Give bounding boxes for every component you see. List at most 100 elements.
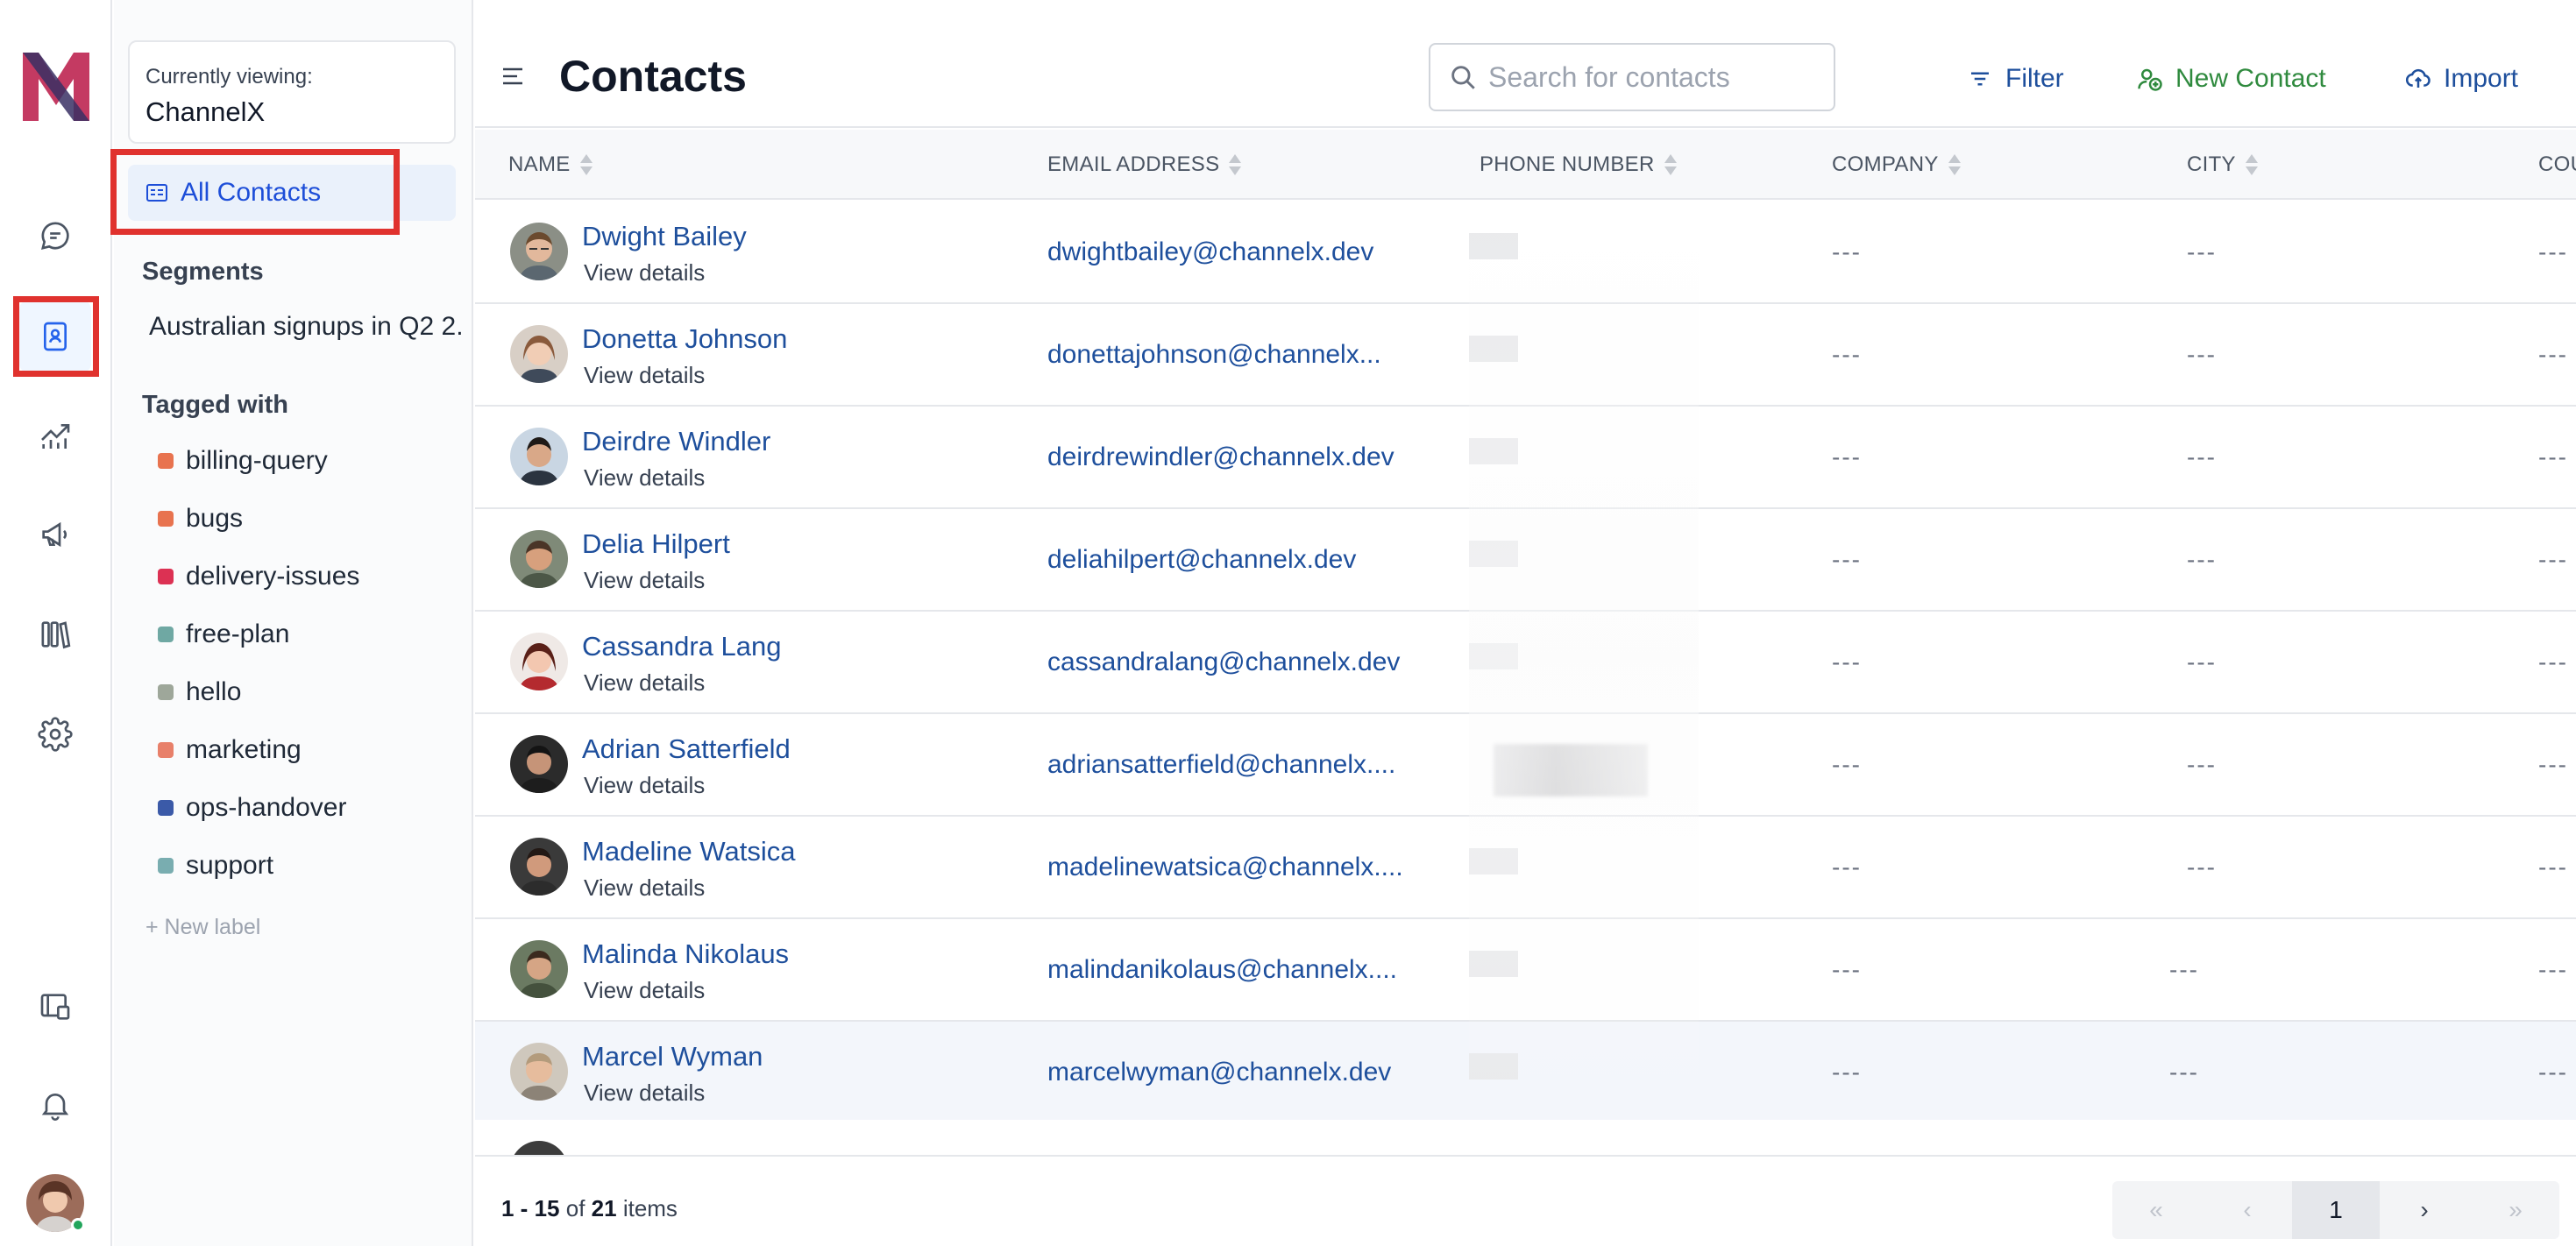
column-header-country[interactable]: COU [2538, 152, 2576, 177]
contact-avatar [510, 1141, 568, 1155]
new-contact-label: New Contact [2175, 64, 2326, 93]
contact-name-link[interactable]: Marcel Wyman [582, 1041, 763, 1073]
column-header-company[interactable]: COMPANY [1832, 152, 1962, 177]
search-input[interactable] [1488, 60, 1821, 94]
tag-item-bugs[interactable]: bugs [158, 501, 243, 536]
column-header-city[interactable]: CITY [2187, 152, 2259, 177]
view-details-link[interactable]: View details [584, 567, 705, 594]
sort-icon [579, 154, 593, 175]
tag-color-dot [158, 684, 174, 700]
table-row[interactable]: Donetta Johnson View details donettajohn… [475, 304, 2576, 407]
previous-page-button[interactable]: ‹ [2203, 1181, 2291, 1239]
first-page-button[interactable]: « [2112, 1181, 2200, 1239]
contact-city: --- [2169, 956, 2199, 983]
table-row-partial [475, 1120, 2576, 1155]
chat-bubble-icon [40, 222, 69, 251]
next-page-button[interactable]: › [2381, 1181, 2468, 1239]
view-details-link[interactable]: View details [584, 977, 705, 1004]
table-row[interactable]: Deirdre Windler View details deirdrewind… [475, 407, 2576, 509]
last-page-button[interactable]: » [2472, 1181, 2559, 1239]
column-header-name[interactable]: NAME [508, 152, 593, 177]
table-footer: 1 - 15 of 21 items « ‹ 1 › » [475, 1155, 2576, 1246]
tag-label: bugs [186, 504, 244, 533]
tag-item-hello[interactable]: hello [158, 675, 241, 710]
contact-country: --- [2538, 341, 2568, 368]
tag-color-dot [158, 569, 174, 584]
tag-item-ops-handover[interactable]: ops-handover [158, 790, 346, 825]
contact-email[interactable]: adriansatterfield@channelx.... [1047, 750, 1395, 780]
contact-name-link[interactable]: Donetta Johnson [582, 323, 787, 355]
contact-country: --- [2538, 956, 2568, 983]
view-details-link[interactable]: View details [584, 874, 705, 902]
contact-email[interactable]: marcelwyman@channelx.dev [1047, 1058, 1391, 1087]
view-details-link[interactable]: View details [584, 259, 705, 287]
segment-item[interactable]: Australian signups in Q2 2. [149, 312, 473, 342]
viewing-label: Currently viewing: [145, 65, 313, 88]
table-row[interactable]: Malinda Nikolaus View details malindanik… [475, 919, 2576, 1022]
contact-country: --- [2538, 546, 2568, 573]
filter-button[interactable]: Filter [1967, 61, 2064, 96]
items-total: 21 [591, 1195, 617, 1221]
column-header-label: PHONE NUMBER [1480, 152, 1655, 176]
column-header-email[interactable]: EMAIL ADDRESS [1047, 152, 1242, 177]
contact-company: --- [1832, 1058, 1862, 1086]
tag-item-support[interactable]: support [158, 848, 273, 883]
table-row[interactable]: Cassandra Lang View details cassandralan… [475, 612, 2576, 714]
contact-name-link[interactable]: Cassandra Lang [582, 631, 782, 662]
menu-toggle-icon[interactable] [501, 67, 526, 86]
table-row[interactable]: Dwight Bailey View details dwightbailey@… [475, 202, 2576, 304]
contact-email[interactable]: malindanikolaus@channelx.... [1047, 955, 1397, 985]
contact-name-link[interactable]: Malinda Nikolaus [582, 938, 789, 970]
account-switcher[interactable]: Currently viewing: ChannelX [128, 40, 456, 144]
contact-name-link[interactable]: Adrian Satterfield [582, 733, 791, 765]
phone-redacted [1494, 744, 1648, 796]
rail-portal-button[interactable] [19, 971, 91, 1043]
view-details-link[interactable]: View details [584, 772, 705, 799]
contact-name-link[interactable]: Deirdre Windler [582, 426, 770, 457]
segments-heading: Segments [142, 258, 264, 286]
contact-email[interactable]: madelinewatsica@channelx.... [1047, 853, 1403, 882]
contact-email[interactable]: cassandralang@channelx.dev [1047, 648, 1400, 677]
column-header-label: CITY [2187, 152, 2236, 176]
rail-library-button[interactable] [19, 598, 91, 670]
table-row[interactable]: Adrian Satterfield View details adriansa… [475, 714, 2576, 817]
rail-settings-button[interactable] [19, 698, 91, 770]
contact-email[interactable]: dwightbailey@channelx.dev [1047, 237, 1373, 267]
chevron-left-icon: ‹ [2243, 1196, 2252, 1223]
search-box[interactable] [1429, 43, 1835, 111]
tag-item-marketing[interactable]: marketing [158, 733, 302, 768]
contact-name-link[interactable]: Madeline Watsica [582, 836, 796, 867]
contacts-main: Contacts Filter New Contact Import NAME … [475, 0, 2576, 1246]
view-details-link[interactable]: View details [584, 464, 705, 492]
rail-conversations-button[interactable] [19, 200, 91, 272]
table-row[interactable]: Marcel Wyman View details marcelwyman@ch… [475, 1022, 2576, 1124]
rail-notifications-button[interactable] [19, 1069, 91, 1141]
contact-email[interactable]: deirdrewindler@channelx.dev [1047, 442, 1394, 472]
column-header-phone[interactable]: PHONE NUMBER [1480, 152, 1678, 177]
portal-icon [40, 994, 70, 1020]
tag-color-dot [158, 742, 174, 758]
view-details-link[interactable]: View details [584, 669, 705, 697]
contact-name-link[interactable]: Dwight Bailey [582, 221, 747, 252]
rail-reports-button[interactable] [19, 400, 91, 471]
table-row[interactable]: Madeline Watsica View details madelinewa… [475, 817, 2576, 919]
view-details-link[interactable]: View details [584, 362, 705, 389]
contact-email[interactable]: deliahilpert@channelx.dev [1047, 545, 1356, 575]
new-label-button[interactable]: + New label [145, 915, 260, 940]
table-row[interactable]: Delia Hilpert View details deliahilpert@… [475, 509, 2576, 612]
import-button[interactable]: Import [2405, 61, 2518, 96]
new-contact-button[interactable]: New Contact [2137, 61, 2326, 96]
contact-avatar [510, 633, 568, 690]
contact-name-link[interactable]: Delia Hilpert [582, 528, 730, 560]
tag-item-delivery-issues[interactable]: delivery-issues [158, 559, 359, 594]
rail-campaigns-button[interactable] [19, 499, 91, 570]
contact-email[interactable]: donettajohnson@channelx... [1047, 340, 1381, 370]
page-number-button[interactable]: 1 [2292, 1181, 2380, 1239]
tag-item-free-plan[interactable]: free-plan [158, 617, 289, 652]
view-details-link[interactable]: View details [584, 1080, 705, 1107]
rail-contacts-highlight-box [13, 296, 99, 377]
contact-avatar [510, 325, 568, 383]
tag-item-billing-query[interactable]: billing-query [158, 443, 328, 478]
contact-city: --- [2187, 341, 2217, 368]
tag-label: delivery-issues [186, 562, 360, 591]
